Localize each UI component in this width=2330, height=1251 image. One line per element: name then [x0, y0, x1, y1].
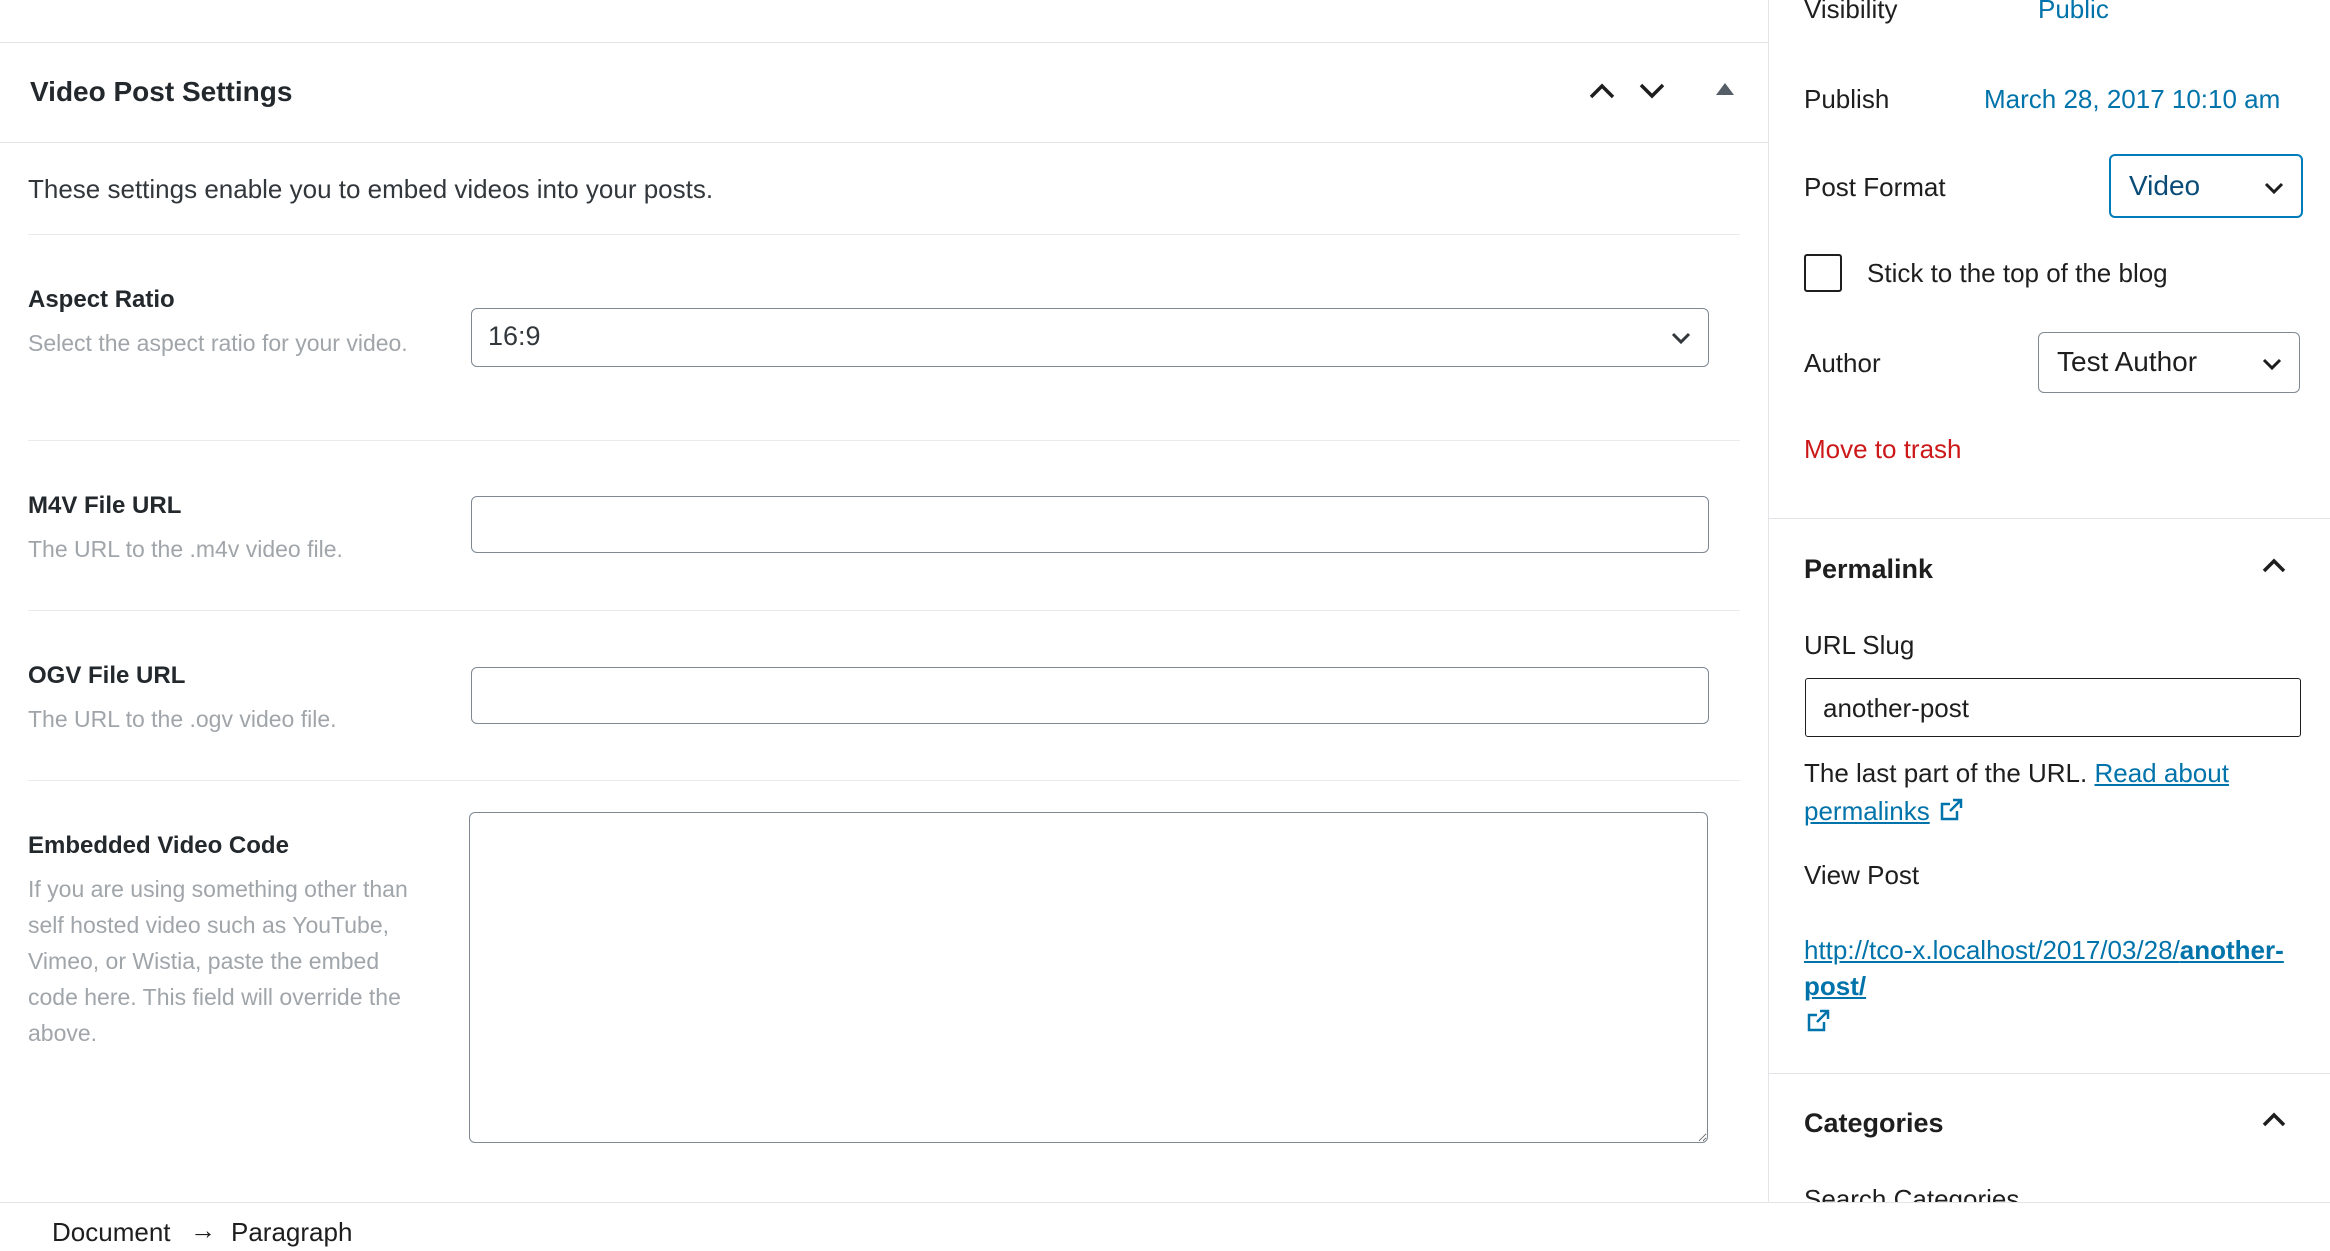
url-slug-label: URL Slug [1804, 630, 1915, 660]
top-strip [0, 0, 1768, 43]
url-slug-input[interactable]: another-post [1805, 678, 2301, 737]
url-slug-value: another-post [1823, 693, 1969, 723]
divider [28, 440, 1740, 441]
editor-main: Video Post Settings These settings enabl… [0, 0, 1768, 1202]
chevron-up-icon[interactable] [2259, 554, 2289, 578]
sticky-checkbox[interactable] [1804, 254, 1842, 292]
divider [28, 780, 1740, 781]
move-down-button[interactable] [1630, 67, 1674, 115]
embed-code-description: If you are using something other than se… [28, 876, 408, 1046]
categories-panel-title: Categories [1804, 1108, 1944, 1138]
block-breadcrumb-bar: Document → Paragraph [0, 1202, 2330, 1251]
chevron-down-icon [2262, 358, 2282, 371]
permalink-help: The last part of the URL. Read about per… [1804, 754, 2284, 830]
move-to-trash-button[interactable]: Move to trash [1804, 434, 1962, 465]
breadcrumb-paragraph[interactable]: Paragraph [231, 1217, 352, 1248]
m4v-url-input[interactable] [471, 496, 1709, 553]
divider [28, 610, 1740, 611]
panel-title: Video Post Settings [30, 76, 293, 107]
external-link-icon [1940, 798, 1963, 821]
ogv-url-input[interactable] [471, 667, 1709, 724]
permalink-panel-title: Permalink [1804, 554, 1934, 584]
breadcrumb-document[interactable]: Document [52, 1217, 171, 1248]
aspect-ratio-label: Aspect Ratio [28, 286, 175, 313]
visibility-toggle[interactable]: Public [2038, 0, 2109, 25]
chevron-down-icon [1639, 83, 1665, 99]
divider [28, 234, 1740, 235]
chevron-down-icon [2264, 182, 2284, 195]
aspect-ratio-value: 16:9 [488, 321, 541, 351]
publish-label: Publish [1804, 84, 1890, 114]
visibility-label: Visibility [1804, 0, 1898, 24]
embed-code-label: Embedded Video Code [28, 832, 289, 859]
author-label: Author [1804, 348, 1881, 378]
chevron-up-icon[interactable] [2259, 1108, 2289, 1132]
view-post-link-block: http://tco-x.localhost/2017/03/28/anothe… [1804, 932, 2294, 1040]
author-value: Test Author [2057, 346, 2198, 377]
post-url-base: http://tco-x.localhost/2017/03/28/ [1804, 935, 2180, 965]
post-format-select[interactable]: Video [2109, 154, 2303, 218]
aspect-ratio-select[interactable]: 16:9 [471, 308, 1709, 367]
panel-intro: These settings enable you to embed video… [28, 174, 714, 204]
post-format-label: Post Format [1804, 172, 1946, 202]
arrow-right-icon: → [190, 1215, 216, 1245]
view-post-label: View Post [1804, 860, 1920, 890]
ogv-url-description: The URL to the .ogv video file. [28, 706, 337, 732]
video-panel-header: Video Post Settings [0, 43, 1768, 143]
post-format-value: Video [2129, 170, 2201, 201]
ogv-url-label: OGV File URL [28, 662, 186, 689]
panel-toggle-icon[interactable] [1716, 83, 1734, 95]
permalink-help-text: The last part of the URL. [1804, 758, 2088, 788]
external-link-icon [1807, 1009, 1830, 1032]
move-up-button[interactable] [1580, 67, 1624, 115]
divider [1769, 518, 2330, 519]
m4v-url-label: M4V File URL [28, 492, 182, 519]
chevron-down-icon [1671, 332, 1691, 345]
author-select[interactable]: Test Author [2038, 332, 2300, 393]
m4v-url-description: The URL to the .m4v video file. [28, 536, 343, 562]
aspect-ratio-description: Select the aspect ratio for your video. [28, 330, 408, 356]
settings-sidebar: Visibility Public Publish March 28, 2017… [1768, 0, 2330, 1202]
search-categories-label: Search Categories [1804, 1184, 2020, 1202]
view-post-link[interactable]: http://tco-x.localhost/2017/03/28/anothe… [1804, 935, 2284, 1001]
publish-date-toggle[interactable]: March 28, 2017 10:10 am [1984, 84, 2280, 115]
sticky-label: Stick to the top of the blog [1867, 258, 2168, 288]
chevron-up-icon [1589, 83, 1615, 99]
embed-code-textarea[interactable] [469, 812, 1708, 1143]
divider [1769, 1073, 2330, 1074]
